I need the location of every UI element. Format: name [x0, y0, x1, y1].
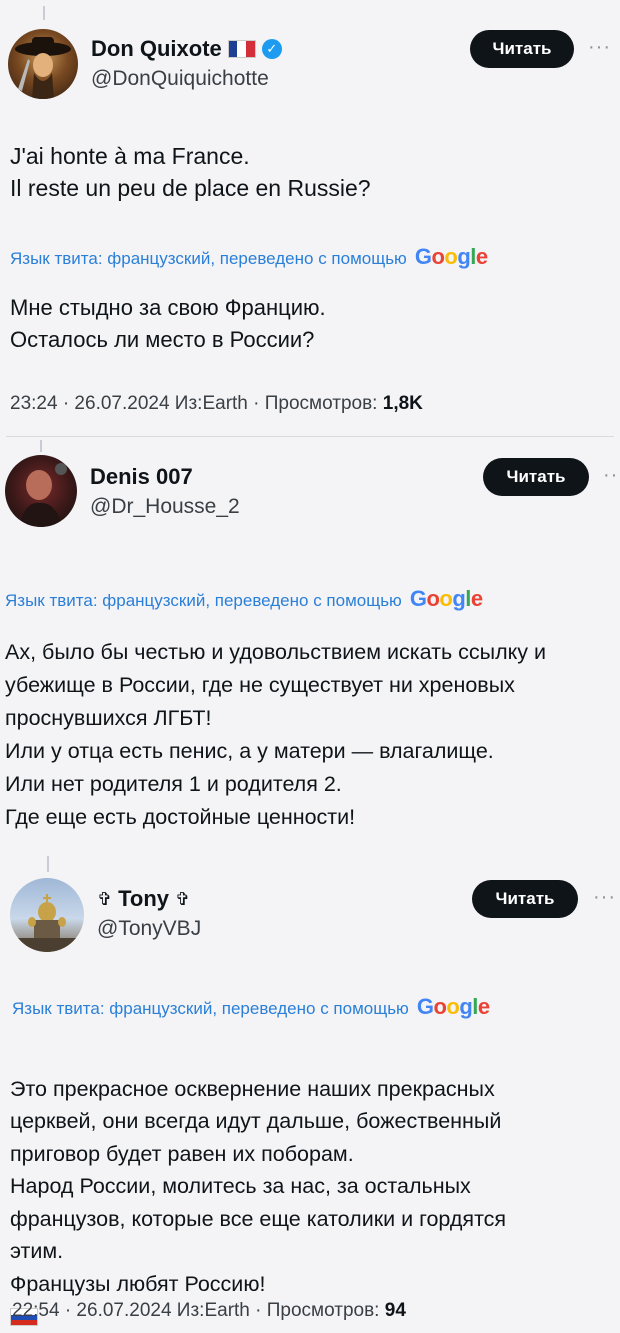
- thread-line: [43, 6, 45, 20]
- translated-text: Мне стыдно за свою Францию. Осталось ли …: [10, 295, 326, 352]
- tweet-meta: 22:54 · 26.07.2024 Из:Earth · Просмотров…: [12, 1300, 406, 1321]
- author-handle[interactable]: @TonyVBJ: [97, 917, 201, 941]
- translation-note[interactable]: Язык твита: французский, переведено с по…: [10, 244, 488, 270]
- divider: [6, 436, 614, 437]
- translation-note[interactable]: Язык твита: французский, переведено с по…: [12, 994, 490, 1020]
- view-count: 94: [384, 1300, 406, 1321]
- avatar[interactable]: [8, 29, 78, 99]
- more-options-icon[interactable]: ···: [593, 886, 616, 909]
- author-name[interactable]: Don Quixote ✓: [91, 36, 282, 62]
- more-options-icon[interactable]: ··: [603, 464, 618, 487]
- avatar-portrait-icon: [15, 37, 71, 99]
- author-name[interactable]: Denis 007: [90, 464, 193, 490]
- author-name[interactable]: ✞ Tony ✞: [97, 886, 190, 912]
- thread-line: [47, 856, 49, 872]
- verified-badge-icon: ✓: [261, 39, 282, 59]
- avatar[interactable]: [10, 878, 84, 952]
- author-handle[interactable]: @Dr_Housse_2: [90, 495, 240, 519]
- view-count: 1,8K: [382, 393, 423, 414]
- thread-line: [40, 440, 42, 452]
- more-options-icon[interactable]: ···: [588, 36, 611, 59]
- tweet-meta: 23:24 · 26.07.2024 Из:Earth · Просмотров…: [10, 393, 423, 414]
- cross-icon: ✞: [175, 888, 191, 909]
- cathedral-icon: [10, 894, 84, 952]
- google-logo-icon: Google: [409, 586, 483, 611]
- france-flag-icon: [227, 40, 256, 58]
- follow-button[interactable]: Читать: [470, 30, 574, 68]
- google-logo-icon: Google: [416, 994, 490, 1019]
- translated-text: Ах, было бы честью и удовольствием искат…: [5, 640, 547, 829]
- avatar-figure-icon: [19, 463, 67, 527]
- follow-button[interactable]: Читать: [472, 880, 578, 918]
- google-logo-icon: Google: [414, 244, 488, 269]
- author-handle[interactable]: @DonQuiquichotte: [91, 67, 269, 91]
- avatar[interactable]: [5, 455, 77, 527]
- translated-text: Это прекрасное осквернение наших прекрас…: [10, 1040, 610, 1333]
- translation-note[interactable]: Язык твита: французский, переведено с по…: [5, 586, 483, 612]
- follow-button[interactable]: Читать: [483, 458, 589, 496]
- tweet-text: J'ai honte à ma France. Il reste un peu …: [10, 143, 371, 201]
- cross-icon: ✞: [97, 888, 113, 909]
